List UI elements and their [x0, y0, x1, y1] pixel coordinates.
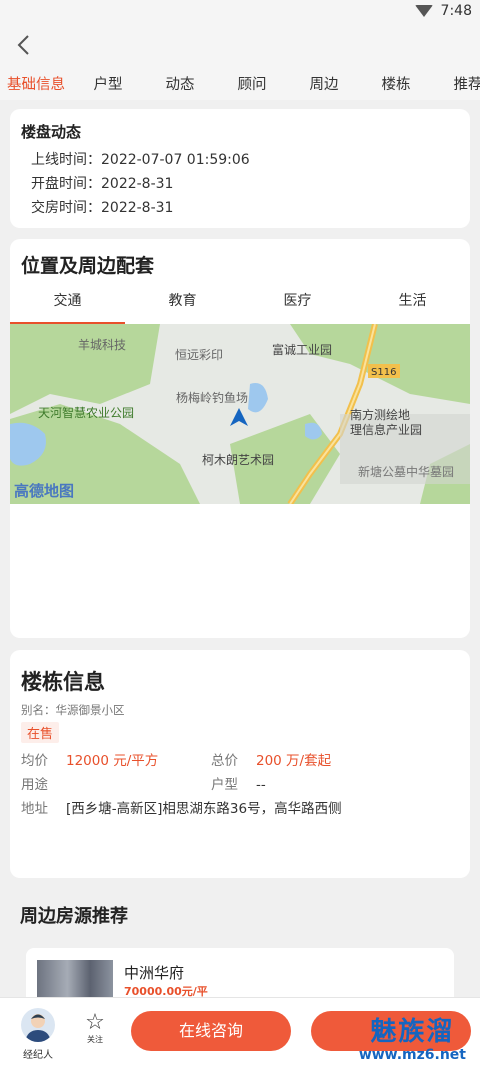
recommend-title: 周边房源推荐 [20, 906, 128, 927]
wifi-icon [414, 5, 433, 17]
total-price-value: 200 万/套起 [256, 753, 332, 769]
layout-value: -- [256, 777, 266, 793]
tab-basic-info[interactable]: 基础信息 [0, 73, 72, 94]
tab-buildings[interactable]: 楼栋 [360, 73, 432, 94]
use-label: 用途 [21, 777, 48, 793]
map-label: 新塘公墓中华墓园 [358, 464, 454, 479]
status-bar: 7:48 [0, 0, 480, 24]
address-value: [西乡塘-高新区]相思湖东路36号，高华路西侧 [66, 801, 342, 817]
map-view[interactable]: 羊城科技 恒远彩印 富诚工业园 S116 杨梅岭钓鱼场 天河智慧农业公园 南方测… [10, 324, 470, 504]
tab-dynamics[interactable]: 动态 [144, 73, 216, 94]
map-label: 理信息产业园 [350, 422, 422, 437]
location-subtabs: 交通 教育 医疗 生活 [10, 290, 470, 324]
building-card: 楼栋信息 别名：华源御景小区 在售 均价 12000 元/平方 总价 200 万… [10, 650, 470, 878]
use-value [66, 773, 211, 797]
map-label: 富诚工业园 [272, 342, 332, 357]
map-label: 柯木朗艺术园 [202, 453, 274, 467]
nav-bar [0, 24, 480, 66]
dynamics-title: 楼盘动态 [21, 123, 82, 141]
map-label: 南方测绘地 [350, 407, 410, 422]
building-info-grid: 均价 12000 元/平方 总价 200 万/套起 用途 户型 -- 地址 [西… [21, 749, 459, 821]
map-label: 杨梅岭钓鱼场 [176, 390, 248, 405]
tab-floor-plan[interactable]: 户型 [72, 73, 144, 94]
avg-price-value: 12000 元/平方 [66, 753, 159, 769]
consult-button[interactable]: 在线咨询 [131, 1011, 291, 1051]
star-icon: ☆ [85, 1010, 105, 1035]
map-provider-logo: 高德地图 [14, 482, 74, 500]
tab-recommend[interactable]: 推荐 [432, 73, 480, 94]
property-thumbnail [37, 960, 113, 1000]
building-title: 楼栋信息 [21, 670, 105, 694]
agent-button[interactable]: 经纪人 [18, 1008, 58, 1061]
subtab-transport[interactable]: 交通 [10, 290, 125, 314]
subtab-medical[interactable]: 医疗 [240, 290, 355, 314]
map-label: 恒远彩印 [175, 348, 223, 362]
tab-advisor[interactable]: 顾问 [216, 73, 288, 94]
opening-time: 开盘时间：2022-8-31 [31, 176, 174, 192]
subtab-life[interactable]: 生活 [355, 290, 470, 314]
online-time: 上线时间：2022-07-07 01:59:06 [31, 152, 250, 168]
location-title: 位置及周边配套 [21, 255, 155, 277]
follow-label: 关注 [87, 1035, 103, 1044]
follow-button[interactable]: ☆ 关注 [80, 1012, 110, 1045]
bottom-action-bar: 经纪人 ☆ 关注 在线咨询 魅族溜 www.mz6.net [0, 997, 480, 1067]
tab-bar: 基础信息 户型 动态 顾问 周边 楼栋 推荐 [0, 66, 480, 100]
back-arrow-icon[interactable] [14, 34, 34, 56]
watermark-text: 魅族溜 [370, 1017, 455, 1047]
watermark-url: www.mz6.net [358, 1047, 466, 1063]
map-label: 天河智慧农业公园 [38, 405, 134, 420]
location-card: 位置及周边配套 交通 教育 医疗 生活 羊城科技 恒远彩印 富诚工业园 S116 [10, 239, 470, 638]
layout-label: 户型 [211, 777, 238, 793]
tab-surroundings[interactable]: 周边 [288, 73, 360, 94]
status-badge: 在售 [21, 722, 60, 743]
dynamics-card: 楼盘动态 上线时间：2022-07-07 01:59:06 开盘时间：2022-… [10, 109, 470, 228]
agent-avatar-icon [25, 1014, 51, 1042]
subtab-education[interactable]: 教育 [125, 290, 240, 314]
total-price-label: 总价 [211, 753, 238, 769]
address-label: 地址 [21, 801, 48, 817]
watermark: 魅族溜 www.mz6.net [359, 1017, 466, 1063]
building-alias: 别名：华源御景小区 [21, 703, 125, 717]
delivery-time: 交房时间：2022-8-31 [31, 200, 174, 216]
agent-label: 经纪人 [23, 1050, 53, 1061]
map-label: 羊城科技 [78, 337, 126, 352]
avatar [21, 1008, 55, 1042]
property-name: 中洲华府 [124, 964, 185, 982]
avg-price-label: 均价 [21, 753, 48, 769]
map-label: S116 [371, 367, 396, 378]
clock: 7:48 [440, 3, 472, 19]
